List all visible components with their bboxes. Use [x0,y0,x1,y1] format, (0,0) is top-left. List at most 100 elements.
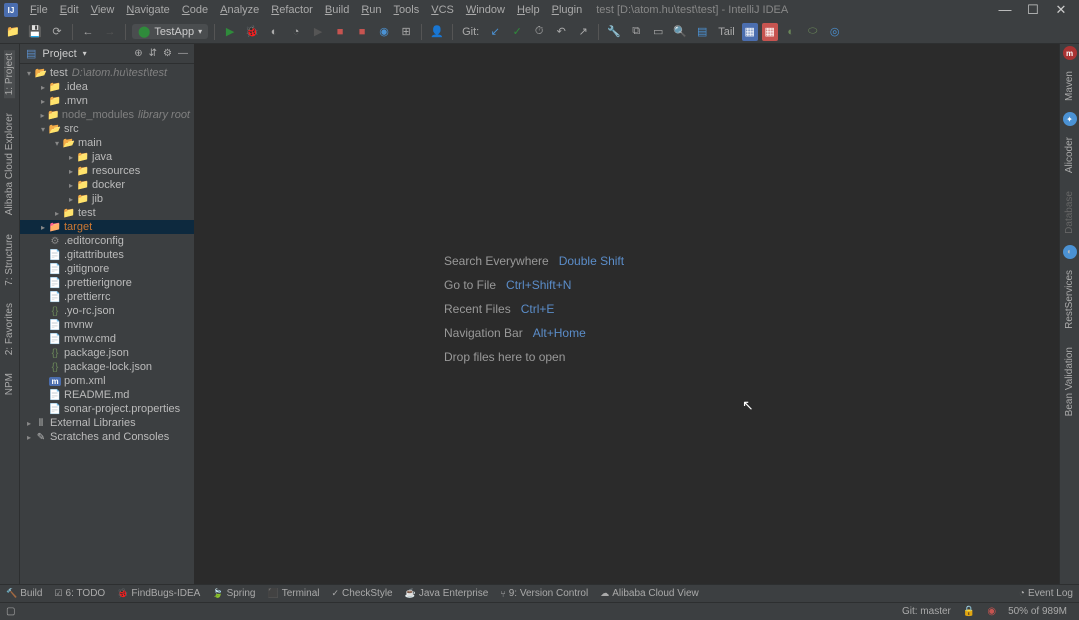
profile-icon[interactable]: ◔ [287,23,305,41]
bottom-tool-java-enterprise[interactable]: ☕Java Enterprise [405,588,489,599]
left-tool-7--structure[interactable]: 7: Structure [4,231,15,289]
stop2-icon[interactable]: ■ [353,23,371,41]
tail-label[interactable]: Tail [718,26,735,38]
tree-node-target[interactable]: ▸📁target [20,220,194,234]
tree-node--gitattributes[interactable]: 📄.gitattributes [20,248,194,262]
rest-badge[interactable]: ◐ [1063,245,1077,259]
tree-node-java[interactable]: ▸📁java [20,150,194,164]
menu-analyze[interactable]: Analyze [214,4,265,16]
history-icon[interactable]: ⏱ [530,23,548,41]
collapse-all-icon[interactable]: ⇵ [149,48,157,59]
hide-icon[interactable]: — [178,48,188,59]
hotswap-icon[interactable]: ◉ [375,23,393,41]
coverage-icon[interactable]: ◐ [265,23,283,41]
menu-file[interactable]: File [24,4,54,16]
search-icon[interactable]: 🔍 [671,23,689,41]
forward-icon[interactable]: → [101,23,119,41]
menu-vcs[interactable]: VCS [425,4,460,16]
green2-icon[interactable]: ⬭ [804,23,822,41]
right-tool-rest[interactable]: RestServices [1064,267,1075,332]
run-config-selector[interactable]: ⬤TestApp▾ [132,24,208,39]
tree-node--prettierrc[interactable]: 📄.prettierrc [20,290,194,304]
green1-icon[interactable]: ◐ [782,23,800,41]
save-all-icon[interactable]: 💾 [26,23,44,41]
bottom-tool-alibaba-cloud-view[interactable]: ☁Alibaba Cloud View [600,588,699,599]
red1-icon[interactable]: ▦ [762,23,778,41]
alicoder-badge[interactable]: ✦ [1063,112,1077,126]
bottom-tool-9--version-control[interactable]: ⑂9: Version Control [500,588,588,599]
event-log[interactable]: ◔Event Log [1019,588,1073,599]
tree-node--gitignore[interactable]: 📄.gitignore [20,262,194,276]
layout-icon[interactable]: ▭ [649,23,667,41]
wrench-icon[interactable]: 🔧 [605,23,623,41]
tree-node-mvnw[interactable]: 📄mvnw [20,318,194,332]
left-tool-1--project[interactable]: 1: Project [4,50,15,98]
left-tool-alibaba-cloud-explorer[interactable]: Alibaba Cloud Explorer [4,110,15,218]
extra-icon[interactable]: ⊞ [397,23,415,41]
push-icon[interactable]: ↗ [574,23,592,41]
attach-icon[interactable]: ▶ [309,23,327,41]
maximize-button[interactable]: ☐ [1019,2,1047,18]
tree-node-jib[interactable]: ▸📁jib [20,192,194,206]
bottom-tool-terminal[interactable]: ⬛Terminal [267,588,319,599]
menu-code[interactable]: Code [176,4,214,16]
tree-node-package-lock-json[interactable]: {}package-lock.json [20,360,194,374]
tree-node-scratches-and-consoles[interactable]: ▸✎Scratches and Consoles [20,430,194,444]
tree-node-src[interactable]: ▾📂src [20,122,194,136]
commit-icon[interactable]: ✓ [508,23,526,41]
refresh-icon[interactable]: ⟳ [48,23,66,41]
project-header-label[interactable]: Project [42,48,76,60]
bottom-tool-checkstyle[interactable]: ✓CheckStyle [331,588,392,599]
tree-node--mvn[interactable]: ▸📁.mvn [20,94,194,108]
minimize-button[interactable]: — [991,2,1019,18]
settings-icon[interactable]: ⚙ [163,48,172,59]
tree-node--idea[interactable]: ▸📁.idea [20,80,194,94]
new-window-icon[interactable]: ⧉ [627,23,645,41]
avatar-icon[interactable]: 👤 [428,23,446,41]
run-icon[interactable]: ▶ [221,23,239,41]
tree-node-sonar-project-properties[interactable]: 📄sonar-project.properties [20,402,194,416]
blue1-icon[interactable]: ▦ [742,23,758,41]
update-icon[interactable]: ↙ [486,23,504,41]
open-file-icon[interactable]: 📁 [4,23,22,41]
left-tool-npm[interactable]: NPM [4,370,15,398]
debug-icon[interactable]: 🐞 [243,23,261,41]
menu-edit[interactable]: Edit [54,4,85,16]
tool-icon[interactable]: ▤ [693,23,711,41]
tree-node-docker[interactable]: ▸📁docker [20,178,194,192]
blue2-icon[interactable]: ◎ [826,23,844,41]
menu-tools[interactable]: Tools [388,4,426,16]
right-tool-alicoder[interactable]: Alicoder [1064,134,1075,176]
tree-node--prettierignore[interactable]: 📄.prettierignore [20,276,194,290]
menu-help[interactable]: Help [511,4,546,16]
tree-node-readme-md[interactable]: 📄README.md [20,388,194,402]
bottom-tool-build[interactable]: 🔨Build [6,588,42,599]
tree-node-test[interactable]: ▾📂testD:\atom.hu\test\test [20,66,194,80]
tree-node-node-modules[interactable]: ▸📁node_moduleslibrary root [20,108,194,122]
tree-node--yo-rc-json[interactable]: {}.yo-rc.json [20,304,194,318]
right-tool-database[interactable]: Database [1064,188,1075,237]
menu-navigate[interactable]: Navigate [120,4,175,16]
tree-node--editorconfig[interactable]: ⚙.editorconfig [20,234,194,248]
close-button[interactable]: ✕ [1047,2,1075,18]
menu-build[interactable]: Build [319,4,355,16]
scroll-from-source-icon[interactable]: ⊕ [134,48,142,59]
menu-view[interactable]: View [85,4,121,16]
stop-icon[interactable]: ■ [331,23,349,41]
right-tool-maven[interactable]: Maven [1064,68,1075,104]
left-tool-2--favorites[interactable]: 2: Favorites [4,300,15,358]
maven-badge[interactable]: m [1063,46,1077,60]
tree-node-package-json[interactable]: {}package.json [20,346,194,360]
tree-node-pom-xml[interactable]: mpom.xml [20,374,194,388]
back-icon[interactable]: ← [79,23,97,41]
tree-node-resources[interactable]: ▸📁resources [20,164,194,178]
menu-run[interactable]: Run [355,4,387,16]
tree-node-test[interactable]: ▸📁test [20,206,194,220]
tree-node-main[interactable]: ▾📂main [20,136,194,150]
revert-icon[interactable]: ↶ [552,23,570,41]
bottom-tool-6--todo[interactable]: ☑6: TODO [54,588,105,599]
right-tool-bean[interactable]: Bean Validation [1064,344,1075,419]
bottom-tool-spring[interactable]: 🍃Spring [212,588,255,599]
bottom-tool-findbugs-idea[interactable]: 🐞FindBugs-IDEA [117,588,200,599]
menu-plugin[interactable]: Plugin [546,4,589,16]
